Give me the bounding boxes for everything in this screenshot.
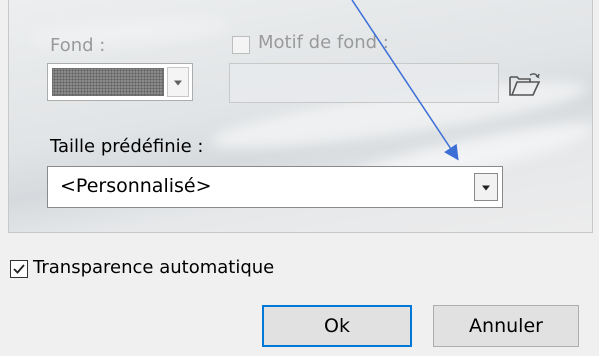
motif-checkbox[interactable] — [232, 36, 250, 54]
motif-path-field[interactable] — [229, 63, 499, 103]
background-settings-dialog: Fond : Motif de fond : Taille prédéfinie… — [0, 0, 599, 356]
fond-label: Fond : — [50, 35, 106, 56]
chevron-down-icon — [482, 185, 490, 191]
preset-dropdown-button[interactable] — [474, 173, 498, 201]
cancel-button[interactable]: Annuler — [433, 305, 579, 347]
checkmark-icon — [13, 264, 25, 274]
fond-color-dropdown[interactable] — [47, 63, 193, 101]
fond-dropdown-button[interactable] — [167, 67, 189, 97]
open-folder-icon[interactable] — [508, 72, 542, 98]
chevron-down-icon — [174, 80, 182, 86]
preset-size-value: <Personnalisé> — [60, 175, 212, 197]
motif-label: Motif de fond : — [258, 32, 389, 53]
preset-size-dropdown[interactable]: <Personnalisé> — [47, 166, 503, 208]
preset-size-label: Taille prédéfinie : — [50, 136, 204, 157]
auto-transparency-label: Transparence automatique — [33, 257, 275, 278]
auto-transparency-checkbox[interactable] — [10, 260, 28, 278]
fond-color-swatch — [52, 68, 164, 96]
ok-button[interactable]: Ok — [262, 305, 412, 347]
